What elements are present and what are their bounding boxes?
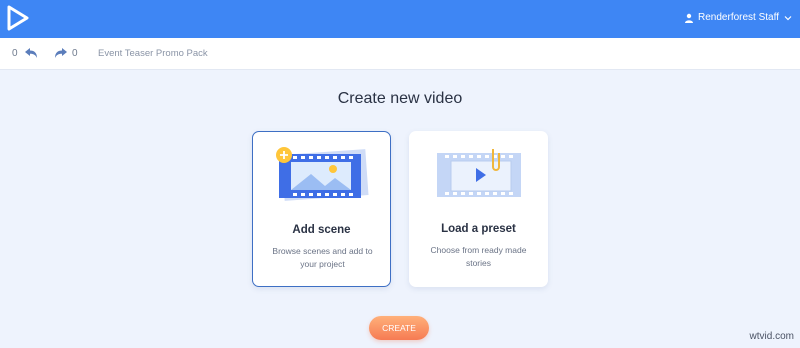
load-preset-card[interactable]: Load a preset Choose from ready made sto… [409,131,548,287]
user-menu[interactable]: Renderforest Staff [684,12,792,23]
load-preset-title: Load a preset [441,223,516,235]
watermark: wtvid.com [749,331,794,342]
project-name[interactable]: Event Teaser Promo Pack [98,48,208,59]
play-logo-icon[interactable] [5,4,31,32]
page-title: Create new video [337,90,463,107]
top-bar: Renderforest Staff [0,0,800,38]
user-name: Renderforest Staff [698,12,779,23]
chevron-down-icon [784,15,792,20]
undo-icon[interactable] [24,47,38,59]
user-icon [685,13,694,23]
load-preset-icon [437,149,521,197]
add-scene-description: Browse scenes and add to your project [272,246,373,269]
add-scene-icon [276,147,369,201]
project-toolbar: 0 0 Event Teaser Promo Pack [0,38,800,70]
add-scene-title: Add scene [292,224,351,236]
add-scene-card[interactable]: Add scene Browse scenes and add to your … [252,131,391,287]
load-preset-description: Choose from ready made stories [430,245,527,268]
redo-icon[interactable] [54,47,68,59]
redo-count: 0 [72,48,78,59]
undo-count: 0 [12,48,18,59]
create-button[interactable]: CREATE [369,316,429,340]
